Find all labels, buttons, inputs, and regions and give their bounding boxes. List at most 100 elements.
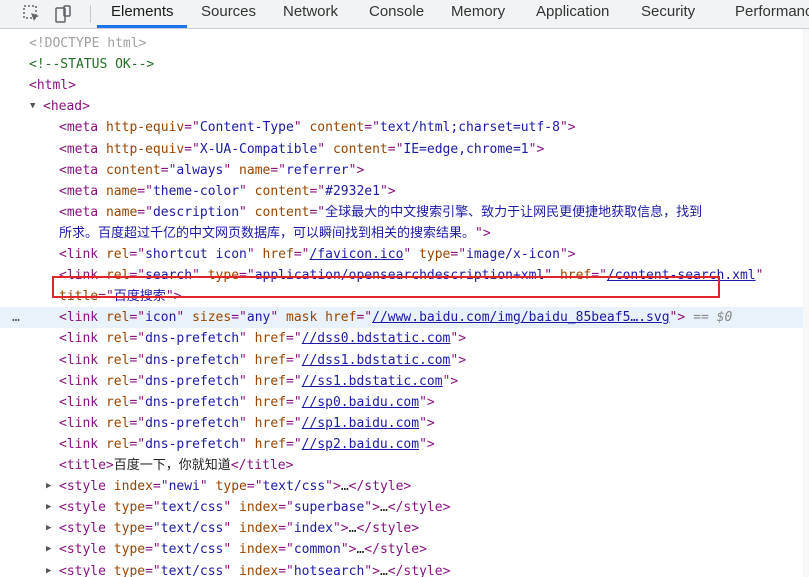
expand-triangle-icon[interactable]: ▶ [46,561,51,577]
dom-node-line[interactable]: ▶ <style type="text/css" index="common">…… [0,539,809,560]
dom-node-line[interactable]: ▶ <style type="text/css" index="index">…<… [0,518,809,539]
dom-node-markup: <meta http-equiv="Content-Type" content=… [59,117,576,138]
markup-token: =" [278,563,294,577]
tab-application[interactable]: Application [536,0,609,28]
tab-sources[interactable]: Sources [201,0,256,28]
dom-node-line[interactable]: <link rel="dns-prefetch" href="//dss0.bd… [0,328,809,349]
expand-triangle-icon[interactable]: ▶ [46,497,51,518]
markup-token: type [105,500,146,516]
dom-node-line[interactable]: ▶ <style index="newi" type="text/css">…</… [0,476,809,497]
markup-token: type [411,247,451,262]
dom-node-line[interactable]: <html> [0,75,809,96]
markup-token: <meta [59,204,99,220]
dom-node-line[interactable]: ▶ <style type="text/css" index="hotsearch… [0,561,809,577]
node-actions-icon[interactable]: … [12,307,20,328]
dom-node-markup: <link rel="shortcut icon" href="/favicon… [59,244,576,265]
markup-token[interactable]: //sp1.baidu.com [302,416,419,431]
markup-token: newi [168,479,200,495]
markup-token: href [246,373,286,389]
dom-node-line[interactable]: <link rel="dns-prefetch" href="//sp1.bai… [0,413,809,434]
dom-node-line[interactable]: 所求。百度超过千亿的中文网页数据库，可以瞬间找到相关的搜索结果。"> [0,223,809,244]
markup-token: <style [59,500,106,516]
markup-token: 百度一下，你就知道 [113,458,231,473]
markup-token: <meta [59,141,99,157]
dom-node-markup: <link rel="dns-prefetch" href="//dss0.bd… [59,328,466,349]
dom-node-line[interactable]: … <link rel="icon" sizes="any" mask href=… [0,307,809,329]
markup-token: description [152,204,240,220]
dom-node-line[interactable]: <meta name="description" content="全球最大的中… [0,202,809,223]
markup-token: </style> [387,563,451,577]
markup-token: " [317,141,326,157]
markup-token: =" [246,479,263,495]
markup-token: =" [286,394,302,410]
tab-memory[interactable]: Memory [451,0,505,28]
markup-token: =" [145,521,161,537]
dom-node-line[interactable]: <meta http-equiv="X-UA-Compatible" conte… [0,139,809,160]
tab-console[interactable]: Console [369,0,424,28]
markup-token[interactable]: //dss0.bdstatic.com [302,331,451,346]
dom-node-line[interactable]: <!--STATUS OK--> [0,54,809,75]
inspect-element-icon[interactable] [22,4,42,24]
tab-elements[interactable]: Elements [111,0,174,28]
markup-token: "> [419,436,435,452]
markup-token: dns-prefetch [145,394,240,410]
markup-token: content [98,162,161,178]
markup-token[interactable]: //sp2.baidu.com [302,437,419,452]
markup-token: " [270,310,279,326]
markup-token: http-equiv [98,141,185,157]
markup-token: rel [98,331,130,347]
scrollbar[interactable] [803,29,809,577]
collapse-triangle-icon[interactable]: ▼ [30,96,35,117]
dom-node-markup: <html> [29,75,76,96]
dom-node-markup: <!--STATUS OK--> [29,54,154,75]
markup-token: "> [340,542,357,558]
markup-token: content [246,183,310,199]
markup-token[interactable]: //dss1.bdstatic.com [302,353,451,368]
markup-token: " [239,436,247,452]
expand-triangle-icon[interactable]: ▶ [46,518,51,539]
markup-token: "> [348,162,365,178]
markup-token: text/css [262,479,326,495]
dom-node-line[interactable]: <title>百度一下，你就知道</title> [0,455,809,476]
dom-node-line[interactable]: ▼ <head> [0,96,809,117]
markup-token[interactable]: /favicon.ico [309,247,403,262]
dom-node-line[interactable]: <meta http-equiv="Content-Type" content=… [0,117,809,138]
markup-token: </title> [230,458,294,473]
markup-token: "> [419,394,435,410]
dom-node-line[interactable]: <!DOCTYPE html> [0,33,809,54]
dom-node-markup: <meta name="description" content="全球最大的中… [59,202,702,223]
dom-node-line[interactable]: <meta name="theme-color" content="#2932e… [0,181,809,202]
toolbar-separator [90,5,91,23]
markup-token: =" [152,479,169,495]
markup-token[interactable]: //www.baidu.com/img/baidu_85beaf5….svg [372,310,669,325]
markup-token: rel [98,373,130,389]
markup-token: 全球最大的中文搜索引擎、致力于让网民更便捷地获取信息，找到 [325,204,703,220]
markup-token: <style [59,521,106,537]
expand-triangle-icon[interactable]: ▶ [46,539,51,560]
markup-token: sizes [184,310,232,326]
markup-token: =" [278,542,294,558]
device-toolbar-icon[interactable] [53,4,73,24]
tab-security[interactable]: Security [641,0,695,28]
markup-token: referrer [286,162,349,178]
dom-node-line[interactable]: <link rel="dns-prefetch" href="//sp2.bai… [0,434,809,455]
dom-node-line[interactable]: ▶ <style type="text/css" index="superbase… [0,497,809,518]
markup-token[interactable]: //sp0.baidu.com [302,395,419,410]
dom-node-line[interactable]: <link rel="dns-prefetch" href="//sp0.bai… [0,392,809,413]
markup-token: </style> [387,500,451,516]
tab-network[interactable]: Network [283,0,338,28]
tab-performance[interactable]: Performance [735,0,809,28]
dom-node-line[interactable]: <meta content="always" name="referrer"> [0,160,809,181]
markup-token[interactable]: //ss1.bdstatic.com [302,374,443,389]
dom-node-line[interactable]: <link rel="shortcut icon" href="/favicon… [0,244,809,265]
markup-token: index [293,521,333,537]
expand-triangle-icon[interactable]: ▶ [46,476,51,497]
markup-token: " [293,120,302,136]
markup-token: =" [286,331,302,347]
markup-token: =" [129,331,146,347]
markup-token: =" [129,247,146,262]
dom-node-line[interactable]: <link rel="dns-prefetch" href="//ss1.bds… [0,371,809,392]
markup-token: text/css [160,563,224,577]
dom-node-line[interactable]: <link rel="dns-prefetch" href="//dss1.bd… [0,350,809,371]
markup-token: mask [278,310,318,326]
